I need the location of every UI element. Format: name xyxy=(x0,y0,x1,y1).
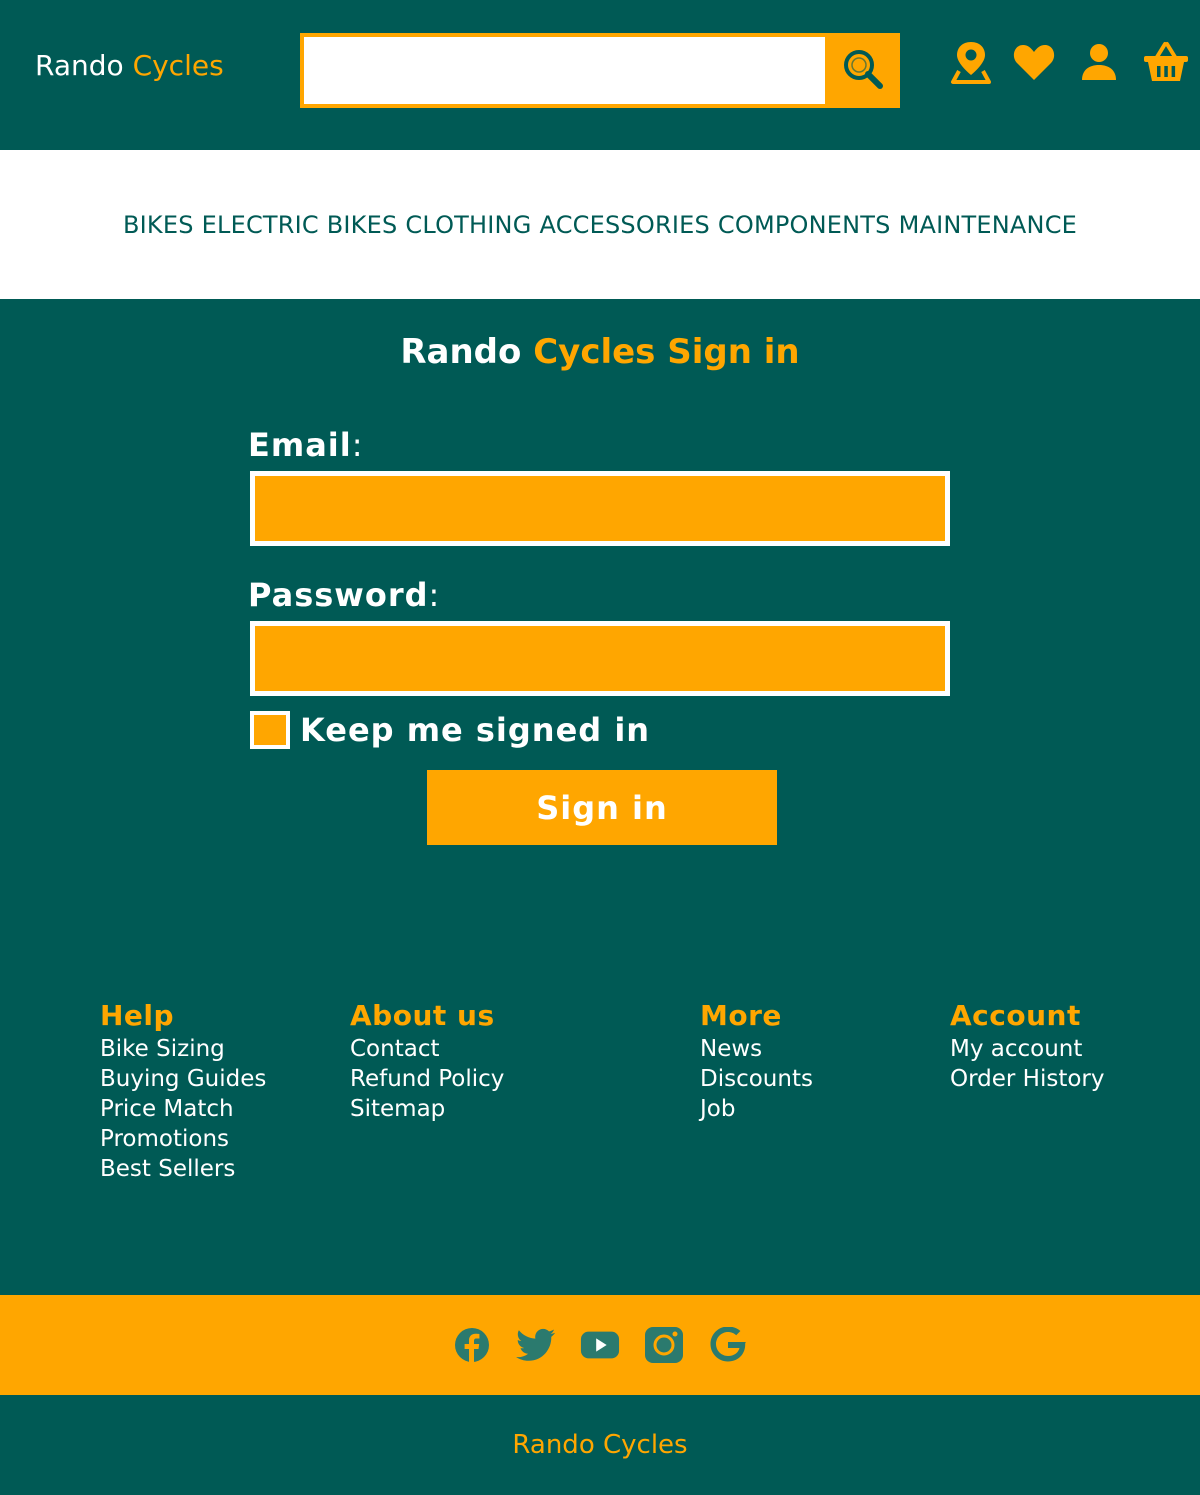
user-icon xyxy=(1079,42,1119,86)
email-label-text: Email xyxy=(248,426,352,464)
site-logo[interactable]: Rando Cycles xyxy=(35,48,224,84)
facebook-icon[interactable] xyxy=(452,1325,492,1365)
basket-button[interactable] xyxy=(1142,40,1190,88)
nav-item-bikes[interactable]: BIKES xyxy=(123,211,194,239)
footer-link-bike-sizing[interactable]: Bike Sizing xyxy=(100,1034,266,1064)
heart-icon xyxy=(1012,42,1056,86)
main-nav-list: BIKES ELECTRIC BIKES CLOTHING ACCESSORIE… xyxy=(123,211,1077,239)
nav-item-electric-bikes[interactable]: ELECTRIC BIKES xyxy=(202,211,398,239)
search-input[interactable] xyxy=(304,37,825,104)
footer-link-sitemap[interactable]: Sitemap xyxy=(350,1094,504,1124)
logo-text-rando: Rando xyxy=(35,49,124,82)
search-button[interactable] xyxy=(825,33,900,108)
nav-item-accessories[interactable]: ACCESSORIES xyxy=(540,211,710,239)
store-locator-button[interactable] xyxy=(947,40,995,88)
footer-col-title: Account xyxy=(950,999,1081,1032)
title-cycles-sign-in: Cycles Sign in xyxy=(533,332,800,372)
email-label: Email: xyxy=(248,425,364,465)
footer-link-job[interactable]: Job xyxy=(700,1094,813,1124)
twitter-icon[interactable] xyxy=(516,1325,556,1365)
password-field[interactable] xyxy=(250,621,950,696)
footer-link-price-match[interactable]: Price Match xyxy=(100,1094,266,1124)
footer-link-refund-policy[interactable]: Refund Policy xyxy=(350,1064,504,1094)
sign-in-button[interactable]: Sign in xyxy=(427,770,777,845)
social-bar xyxy=(0,1295,1200,1395)
footer-link-buying-guides[interactable]: Buying Guides xyxy=(100,1064,266,1094)
footer-link-my-account[interactable]: My account xyxy=(950,1034,1105,1064)
map-pin-icon xyxy=(949,39,993,89)
footer-link-news[interactable]: News xyxy=(700,1034,813,1064)
logo-text-cycles: Cycles xyxy=(132,49,224,82)
keep-signed-in-checkbox[interactable] xyxy=(250,711,290,749)
google-icon[interactable] xyxy=(708,1325,748,1365)
password-label-colon: : xyxy=(428,576,441,614)
footer-col-about: About us Contact Refund Policy Sitemap xyxy=(350,998,504,1124)
site-footer-bottom: Rando Cycles xyxy=(0,1395,1200,1495)
main-nav: BIKES ELECTRIC BIKES CLOTHING ACCESSORIE… xyxy=(0,150,1200,299)
nav-item-components[interactable]: COMPONENTS xyxy=(718,211,891,239)
footer-link-promotions[interactable]: Promotions xyxy=(100,1124,266,1154)
youtube-icon[interactable] xyxy=(580,1325,620,1365)
password-label-text: Password xyxy=(248,576,429,614)
footer-col-help: Help Bike Sizing Buying Guides Price Mat… xyxy=(100,998,266,1184)
instagram-icon[interactable] xyxy=(644,1325,684,1365)
search-icon xyxy=(841,47,885,95)
keep-signed-in-label: Keep me signed in xyxy=(300,711,651,749)
site-header: Rando Cycles xyxy=(0,0,1200,150)
email-label-colon: : xyxy=(351,426,364,464)
nav-item-clothing[interactable]: CLOTHING xyxy=(405,211,531,239)
password-label: Password: xyxy=(248,575,440,615)
email-field[interactable] xyxy=(250,471,950,546)
wishlist-button[interactable] xyxy=(1010,40,1058,88)
page-title: Rando Cycles Sign in xyxy=(0,330,1200,374)
footer-link-order-history[interactable]: Order History xyxy=(950,1064,1105,1094)
footer-col-title: Help xyxy=(100,999,175,1032)
footer-col-title: More xyxy=(700,999,782,1032)
footer-brand: Rando Cycles xyxy=(512,1430,688,1460)
footer-col-account: Account My account Order History xyxy=(950,998,1105,1094)
footer-col-title: About us xyxy=(350,999,495,1032)
footer-col-more: More News Discounts Job xyxy=(700,998,813,1124)
title-rando: Rando xyxy=(400,332,522,372)
account-button[interactable] xyxy=(1075,40,1123,88)
nav-item-maintenance[interactable]: MAINTENANCE xyxy=(899,211,1077,239)
basket-icon xyxy=(1143,41,1189,87)
footer-link-discounts[interactable]: Discounts xyxy=(700,1064,813,1094)
footer-link-contact[interactable]: Contact xyxy=(350,1034,504,1064)
footer-link-best-sellers[interactable]: Best Sellers xyxy=(100,1154,266,1184)
